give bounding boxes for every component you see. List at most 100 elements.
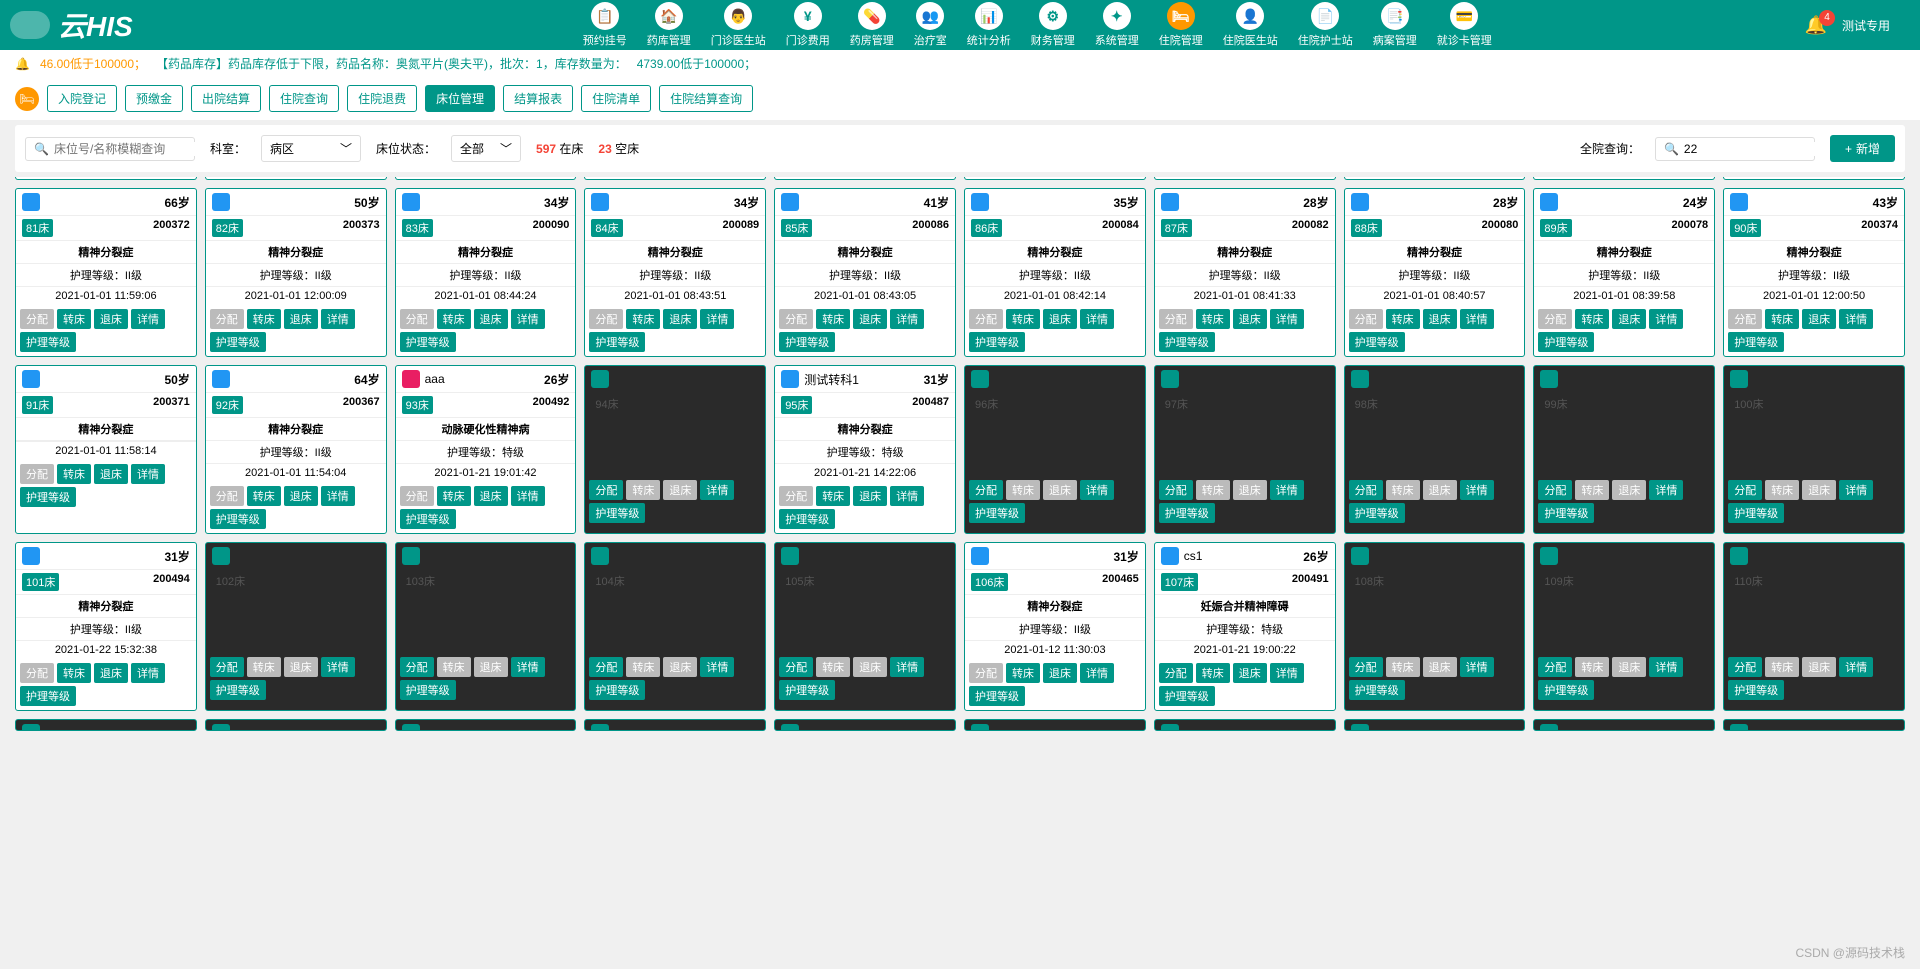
- bed-card-empty[interactable]: 100床 分配 转床 退床 详情 护理等级: [1723, 365, 1905, 534]
- detail-button[interactable]: 详情: [1649, 657, 1683, 677]
- transfer-button[interactable]: 转床: [1196, 663, 1230, 683]
- detail-button[interactable]: 详情: [1270, 309, 1304, 329]
- subnav-tab[interactable]: 住院清单: [581, 85, 651, 112]
- add-bed-button[interactable]: +新增: [1830, 135, 1895, 162]
- subnav-tab[interactable]: 床位管理: [425, 85, 495, 112]
- back-button[interactable]: 退床: [94, 464, 128, 484]
- care-level-button[interactable]: 护理等级: [1349, 503, 1405, 523]
- nav-item[interactable]: ¥门诊费用: [780, 0, 836, 50]
- bed-card[interactable]: 28岁 88床200080 精神分裂症 护理等级：II级 2021-01-01 …: [1344, 188, 1526, 357]
- bed-card[interactable]: 28岁 87床200082 精神分裂症 护理等级：II级 2021-01-01 …: [1154, 188, 1336, 357]
- care-level-button[interactable]: 护理等级: [20, 487, 76, 507]
- back-button[interactable]: 退床: [1802, 309, 1836, 329]
- subnav-tab[interactable]: 住院结算查询: [659, 85, 753, 112]
- bed-card[interactable]: 31岁 106床200465 精神分裂症 护理等级：II级 2021-01-12…: [964, 542, 1146, 711]
- care-level-button[interactable]: 护理等级: [1159, 332, 1215, 352]
- back-button[interactable]: 退床: [853, 657, 887, 677]
- detail-button[interactable]: 详情: [1460, 657, 1494, 677]
- detail-button[interactable]: 详情: [321, 309, 355, 329]
- bed-card[interactable]: 35岁 86床200084 精神分裂症 护理等级：II级 2021-01-01 …: [964, 188, 1146, 357]
- nav-item[interactable]: 📋预约挂号: [577, 0, 633, 50]
- transfer-button[interactable]: 转床: [1196, 480, 1230, 500]
- bed-card[interactable]: 34岁 83床200090 精神分裂症 护理等级：II级 2021-01-01 …: [395, 188, 577, 357]
- care-level-button[interactable]: 护理等级: [969, 332, 1025, 352]
- bed-card[interactable]: cs126岁 107床200491 妊娠合并精神障碍 护理等级：特级 2021-…: [1154, 542, 1336, 711]
- bed-card-empty[interactable]: 105床 分配 转床 退床 详情 护理等级: [774, 542, 956, 711]
- back-button[interactable]: 退床: [1043, 309, 1077, 329]
- back-button[interactable]: 退床: [94, 309, 128, 329]
- care-level-button[interactable]: 护理等级: [1349, 332, 1405, 352]
- global-search-field[interactable]: [1684, 142, 1839, 156]
- dept-select[interactable]: 病区﹀: [261, 135, 361, 162]
- transfer-button[interactable]: 转床: [1006, 309, 1040, 329]
- transfer-button[interactable]: 转床: [816, 309, 850, 329]
- care-level-button[interactable]: 护理等级: [400, 680, 456, 700]
- back-button[interactable]: 退床: [663, 309, 697, 329]
- back-button[interactable]: 退床: [1233, 309, 1267, 329]
- transfer-button[interactable]: 转床: [1386, 480, 1420, 500]
- detail-button[interactable]: 详情: [1649, 309, 1683, 329]
- bed-card[interactable]: 64岁 92床200367 精神分裂症 护理等级：II级 2021-01-01 …: [205, 365, 387, 534]
- bed-card-empty[interactable]: 98床 分配 转床 退床 详情 护理等级: [1344, 365, 1526, 534]
- bed-card-empty[interactable]: 97床 分配 转床 退床 详情 护理等级: [1154, 365, 1336, 534]
- care-level-button[interactable]: 护理等级: [969, 686, 1025, 706]
- detail-button[interactable]: 详情: [1080, 663, 1114, 683]
- care-level-button[interactable]: 护理等级: [1538, 332, 1594, 352]
- detail-button[interactable]: 详情: [890, 657, 924, 677]
- assign-button[interactable]: 分配: [969, 480, 1003, 500]
- care-level-button[interactable]: 护理等级: [210, 332, 266, 352]
- transfer-button[interactable]: 转床: [1006, 663, 1040, 683]
- nav-item[interactable]: 📑病案管理: [1367, 0, 1423, 50]
- bed-card[interactable]: 50岁 82床200373 精神分裂症 护理等级：II级 2021-01-01 …: [205, 188, 387, 357]
- detail-button[interactable]: 详情: [700, 480, 734, 500]
- back-button[interactable]: 退床: [1802, 480, 1836, 500]
- global-search-input[interactable]: 🔍 ✕: [1655, 137, 1815, 161]
- assign-button[interactable]: 分配: [400, 657, 434, 677]
- nav-item[interactable]: 👨门诊医生站: [705, 0, 772, 50]
- back-button[interactable]: 退床: [474, 486, 508, 506]
- transfer-button[interactable]: 转床: [247, 657, 281, 677]
- detail-button[interactable]: 详情: [700, 657, 734, 677]
- care-level-button[interactable]: 护理等级: [1159, 686, 1215, 706]
- bed-card[interactable]: 41岁 85床200086 精神分裂症 护理等级：II级 2021-01-01 …: [774, 188, 956, 357]
- detail-button[interactable]: 详情: [890, 309, 924, 329]
- assign-button[interactable]: 分配: [20, 663, 54, 683]
- care-level-button[interactable]: 护理等级: [1159, 503, 1215, 523]
- transfer-button[interactable]: 转床: [437, 657, 471, 677]
- detail-button[interactable]: 详情: [1080, 309, 1114, 329]
- bed-card[interactable]: 34岁 84床200089 精神分裂症 护理等级：II级 2021-01-01 …: [584, 188, 766, 357]
- bed-card[interactable]: 66岁 81床200372 精神分裂症 护理等级：II级 2021-01-01 …: [15, 188, 197, 357]
- transfer-button[interactable]: 转床: [1575, 657, 1609, 677]
- back-button[interactable]: 退床: [1612, 480, 1646, 500]
- transfer-button[interactable]: 转床: [1006, 480, 1040, 500]
- back-button[interactable]: 退床: [853, 486, 887, 506]
- transfer-button[interactable]: 转床: [626, 657, 660, 677]
- bed-card-empty[interactable]: 102床 分配 转床 退床 详情 护理等级: [205, 542, 387, 711]
- back-button[interactable]: 退床: [663, 480, 697, 500]
- assign-button[interactable]: 分配: [969, 663, 1003, 683]
- transfer-button[interactable]: 转床: [1386, 309, 1420, 329]
- transfer-button[interactable]: 转床: [57, 309, 91, 329]
- bed-card-empty[interactable]: 110床 分配 转床 退床 详情 护理等级: [1723, 542, 1905, 711]
- nav-item[interactable]: 👥治疗室: [908, 0, 953, 50]
- assign-button[interactable]: 分配: [589, 309, 623, 329]
- care-level-button[interactable]: 护理等级: [1728, 332, 1784, 352]
- back-button[interactable]: 退床: [1423, 309, 1457, 329]
- nav-item[interactable]: ⚙财务管理: [1025, 0, 1081, 50]
- subnav-tab[interactable]: 住院退费: [347, 85, 417, 112]
- care-level-button[interactable]: 护理等级: [1538, 503, 1594, 523]
- nav-item[interactable]: 📊统计分析: [961, 0, 1017, 50]
- care-level-button[interactable]: 护理等级: [589, 332, 645, 352]
- detail-button[interactable]: 详情: [321, 657, 355, 677]
- assign-button[interactable]: 分配: [1728, 309, 1762, 329]
- assign-button[interactable]: 分配: [1349, 480, 1383, 500]
- bed-card[interactable]: 测试转科131岁 95床200487 精神分裂症 护理等级：特级 2021-01…: [774, 365, 956, 534]
- assign-button[interactable]: 分配: [210, 486, 244, 506]
- detail-button[interactable]: 详情: [131, 663, 165, 683]
- nav-item[interactable]: ✦系统管理: [1089, 0, 1145, 50]
- back-button[interactable]: 退床: [474, 657, 508, 677]
- detail-button[interactable]: 详情: [511, 657, 545, 677]
- back-button[interactable]: 退床: [1233, 663, 1267, 683]
- care-level-button[interactable]: 护理等级: [400, 332, 456, 352]
- detail-button[interactable]: 详情: [1270, 663, 1304, 683]
